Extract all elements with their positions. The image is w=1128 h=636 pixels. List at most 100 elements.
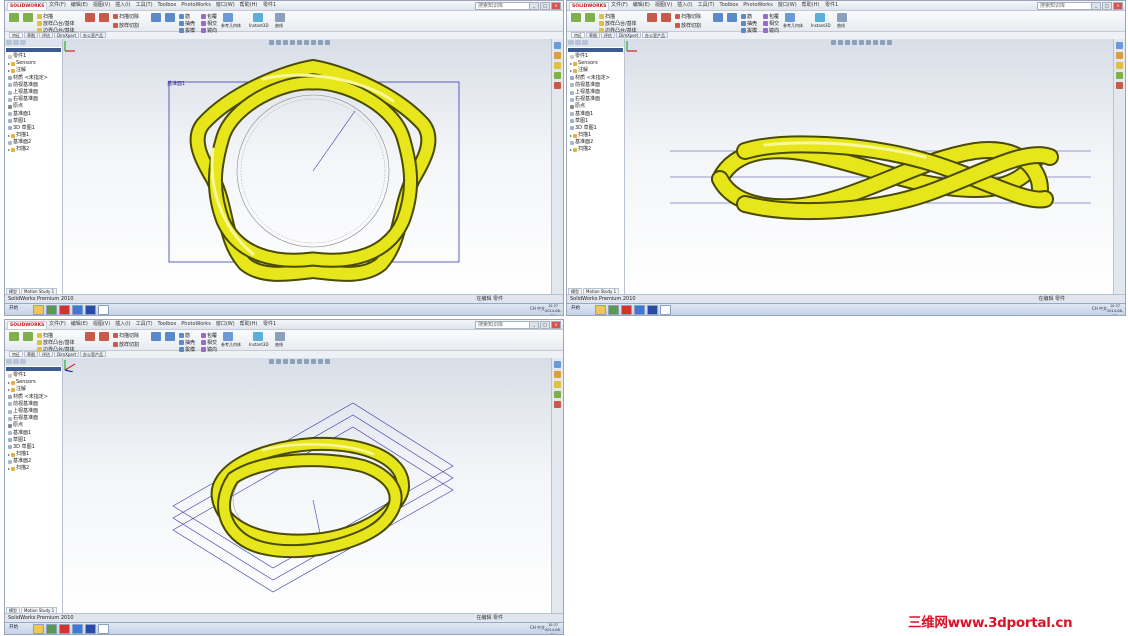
tab-features[interactable]: 特征 — [9, 351, 23, 357]
tree-item[interactable]: 扫描2 — [5, 465, 62, 472]
config-tab-icon[interactable] — [20, 40, 26, 45]
linear-pattern-icon[interactable] — [727, 13, 737, 22]
intersect-button[interactable]: 相交 — [763, 20, 779, 27]
tab-model[interactable]: 模型 — [6, 607, 20, 614]
tab-motion-study[interactable]: Motion Study 1 — [21, 288, 58, 295]
tab-office[interactable]: 办公室产品 — [80, 32, 107, 38]
tree-item[interactable]: 扫描2 — [567, 146, 624, 153]
instant3d-icon[interactable] — [815, 13, 825, 22]
menu-file[interactable]: 文件(F) — [49, 321, 66, 328]
menu-insert[interactable]: 插入(I) — [115, 321, 130, 328]
fillet-icon[interactable] — [713, 13, 723, 22]
menu-insert[interactable]: 插入(I) — [115, 2, 130, 9]
menu-help[interactable]: 帮助(H) — [240, 2, 258, 9]
close-button[interactable]: × — [551, 321, 561, 329]
tab-evaluate[interactable]: 评估 — [601, 32, 615, 38]
tree-item[interactable]: 基准面2 — [567, 139, 624, 146]
menu-edit[interactable]: 编辑(E) — [71, 2, 88, 9]
tree-item[interactable]: 右视基准面 — [5, 96, 62, 103]
tree-item[interactable]: 扫描2 — [5, 146, 62, 153]
tab-motion-study[interactable]: Motion Study 1 — [583, 288, 620, 295]
shell-button[interactable]: 抽壳 — [179, 339, 195, 346]
reference-geometry-icon[interactable] — [223, 13, 233, 22]
tree-item[interactable]: 注解 — [567, 67, 624, 74]
tree-item[interactable]: Sensors — [5, 379, 62, 386]
tree-item[interactable]: 基准面1 — [5, 111, 62, 118]
expand-icon[interactable] — [8, 62, 10, 65]
curves-icon[interactable] — [275, 332, 285, 341]
tab-evaluate[interactable]: 评估 — [39, 351, 53, 357]
loft-cut-button[interactable]: 放样切割 — [113, 341, 139, 348]
design-library-icon[interactable] — [554, 52, 561, 59]
fillet-icon[interactable] — [151, 332, 161, 341]
menu-photoworks[interactable]: PhotoWorks — [743, 2, 773, 9]
tree-item[interactable]: Sensors — [5, 60, 62, 67]
graphics-area[interactable] — [625, 39, 1115, 296]
system-tray[interactable]: CH 中文 — [1092, 306, 1107, 312]
menu-help[interactable]: 帮助(H) — [240, 321, 258, 328]
search-input[interactable]: 搜索知识库 — [475, 2, 531, 10]
menu-edit[interactable]: 编辑(E) — [633, 2, 650, 9]
expand-icon[interactable] — [8, 453, 10, 456]
extrude-cut-icon[interactable] — [647, 13, 657, 22]
minimize-button[interactable]: _ — [529, 2, 539, 10]
config-tab-icon[interactable] — [582, 40, 588, 45]
start-button[interactable]: 开始 — [568, 305, 583, 313]
folder-icon[interactable] — [595, 305, 606, 315]
extrude-boss-icon[interactable] — [571, 13, 581, 22]
revolve-boss-icon[interactable] — [585, 13, 595, 22]
property-tab-icon[interactable] — [13, 40, 19, 45]
clock[interactable]: 10:37 2014-08-26 — [1107, 304, 1123, 315]
design-library-icon[interactable] — [1116, 52, 1123, 59]
tree-item[interactable]: 原点 — [5, 422, 62, 429]
minimize-button[interactable]: _ — [529, 321, 539, 329]
tab-sketch[interactable]: 草图 — [586, 32, 600, 38]
menu-file[interactable]: 文件(F) — [49, 2, 66, 9]
resources-icon[interactable] — [554, 361, 561, 368]
tab-dimxpert[interactable]: DimXpert — [616, 32, 642, 38]
linear-pattern-icon[interactable] — [165, 332, 175, 341]
menu-window[interactable]: 窗口(W) — [778, 2, 797, 9]
menu-insert[interactable]: 插入(I) — [677, 2, 692, 9]
reference-geometry-icon[interactable] — [785, 13, 795, 22]
rib-button[interactable]: 筋 — [179, 13, 195, 20]
browser-icon[interactable] — [608, 305, 619, 315]
browser-icon[interactable] — [46, 624, 57, 634]
plane-label[interactable]: 基准面1 — [167, 80, 185, 87]
tree-item[interactable]: 材质 <未指定> — [5, 75, 62, 82]
config-tab-icon[interactable] — [20, 359, 26, 364]
tree-item[interactable]: 注解 — [5, 67, 62, 74]
tree-item[interactable]: 草图1 — [5, 118, 62, 125]
feature-filter[interactable] — [6, 48, 61, 52]
file-explorer-icon[interactable] — [554, 381, 561, 388]
graphics-area[interactable] — [63, 358, 553, 615]
maximize-button[interactable]: □ — [540, 2, 550, 10]
browser-icon[interactable] — [46, 305, 57, 315]
revolve-boss-icon[interactable] — [23, 13, 33, 22]
tree-item[interactable]: 零件1 — [5, 372, 62, 379]
appearances-icon[interactable] — [554, 82, 561, 89]
tab-motion-study[interactable]: Motion Study 1 — [21, 607, 58, 614]
extrude-cut-icon[interactable] — [85, 332, 95, 341]
feature-filter[interactable] — [6, 367, 61, 371]
curves-icon[interactable] — [837, 13, 847, 22]
wrap-button[interactable]: 包覆 — [201, 13, 217, 20]
design-library-icon[interactable] — [554, 371, 561, 378]
close-button[interactable]: × — [1113, 2, 1123, 10]
tree-item[interactable]: 前视基准面 — [567, 82, 624, 89]
menu-view[interactable]: 视图(V) — [93, 2, 110, 9]
menu-tools[interactable]: 工具(T) — [136, 321, 153, 328]
instant3d-icon[interactable] — [253, 13, 263, 22]
expand-icon[interactable] — [8, 381, 10, 384]
tab-model[interactable]: 模型 — [568, 288, 582, 295]
tree-item[interactable]: 右视基准面 — [567, 96, 624, 103]
property-tab-icon[interactable] — [13, 359, 19, 364]
word-app-icon[interactable] — [85, 305, 96, 315]
loft-cut-button[interactable]: 放样切割 — [675, 22, 701, 29]
sweep-tube[interactable] — [210, 436, 411, 559]
expand-icon[interactable] — [8, 134, 10, 137]
sketch-radius-line[interactable] — [312, 110, 356, 172]
word-app-icon[interactable] — [85, 624, 96, 634]
expand-icon[interactable] — [570, 149, 572, 152]
minimize-button[interactable]: _ — [1091, 2, 1101, 10]
